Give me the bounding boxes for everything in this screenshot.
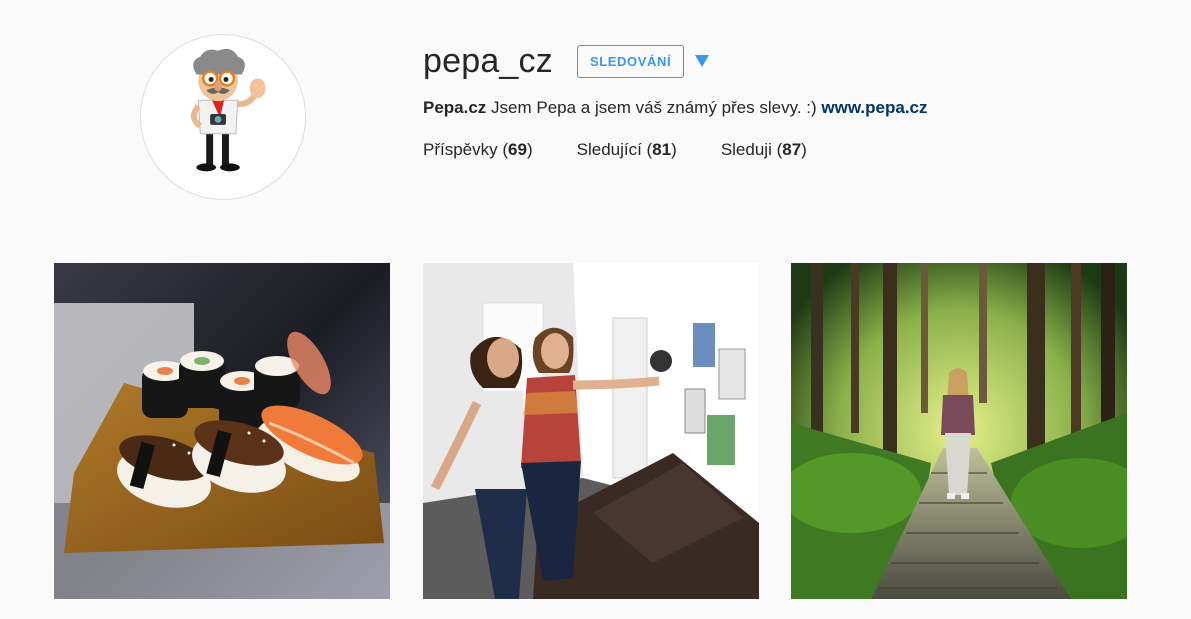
stat-posts[interactable]: Příspěvky (69) [423, 138, 533, 162]
posts-grid [54, 263, 1128, 599]
post-thumbnail-office[interactable] [423, 263, 759, 599]
stat-label: Sledující [576, 140, 642, 159]
bio-website-link[interactable]: www.pepa.cz [821, 98, 927, 117]
profile-info: pepa_cz SLEDOVÁNÍ Pepa.cz Jsem Pepa a js… [423, 38, 1143, 162]
profile-avatar [140, 34, 306, 200]
post-thumbnail-sushi[interactable] [54, 263, 390, 599]
profile-username: pepa_cz [423, 42, 553, 80]
stat-label: Příspěvky [423, 140, 498, 159]
post-thumbnail-forest[interactable] [791, 263, 1127, 599]
stat-following[interactable]: Sleduji (87) [721, 138, 807, 162]
profile-bio: Pepa.cz Jsem Pepa a jsem váš známý přes … [423, 96, 1143, 120]
stat-count: 81 [652, 140, 672, 159]
bio-full-name: Pepa.cz [423, 98, 487, 117]
stat-label: Sleduji [720, 140, 772, 159]
stat-count: 69 [508, 140, 527, 159]
chevron-down-icon[interactable] [695, 54, 710, 68]
following-button[interactable]: SLEDOVÁNÍ [576, 44, 685, 78]
stat-count: 87 [782, 140, 802, 159]
profile-stats: Příspěvky (69) Sledující (81) Sleduji (8… [423, 138, 1143, 162]
profile-title-row: pepa_cz SLEDOVÁNÍ [423, 38, 1143, 84]
stat-followers[interactable]: Sledující (81) [577, 138, 677, 162]
bio-text: Jsem Pepa a jsem váš známý přes slevy. :… [486, 98, 822, 117]
